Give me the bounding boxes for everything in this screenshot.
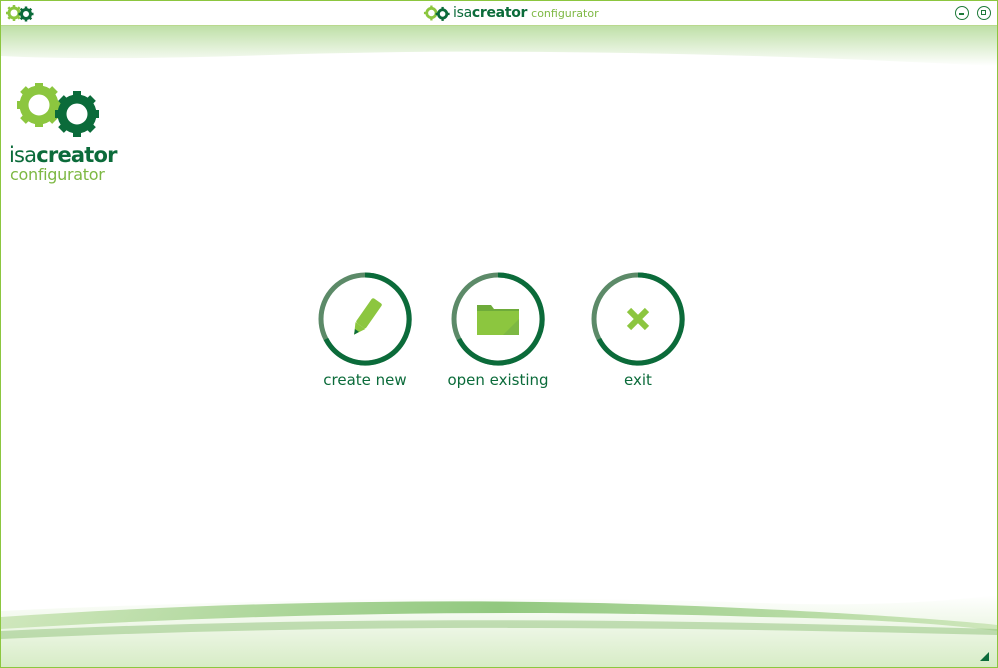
folder-icon — [451, 272, 545, 366]
logo-title-prefix: isa — [9, 143, 37, 167]
open-existing-label: open existing — [447, 371, 549, 389]
maximize-icon — [981, 10, 986, 15]
logo-subtitle: configurator — [10, 165, 105, 184]
maximize-button[interactable] — [977, 6, 991, 20]
logo-title-bold: creator — [36, 143, 117, 167]
exit-button[interactable]: exit — [578, 271, 698, 389]
window-title-bold: creator — [471, 5, 528, 21]
create-new-button[interactable]: create new — [305, 271, 425, 389]
window-title: isacreator configurator — [423, 4, 599, 22]
window-title-name: isacreator — [453, 5, 527, 21]
title-bar[interactable]: isacreator configurator — [1, 1, 997, 26]
open-existing-button[interactable]: open existing — [438, 271, 558, 389]
window-title-suffix: configurator — [531, 6, 599, 20]
app-window: isacreator configurator isacreator confi… — [0, 0, 998, 668]
app-logo: isacreator configurator — [9, 79, 119, 189]
gears-icon — [17, 83, 99, 137]
gears-icon — [6, 5, 34, 22]
pencil-icon — [318, 272, 412, 366]
minimize-icon — [959, 13, 964, 15]
logo-title: isacreator — [9, 143, 118, 167]
minimize-button[interactable] — [955, 6, 969, 20]
top-wave-decoration — [1, 26, 997, 66]
resize-grip-icon[interactable] — [977, 649, 991, 663]
gears-icon — [423, 5, 450, 21]
x-icon — [591, 272, 685, 366]
create-new-label: create new — [323, 371, 407, 389]
window-title-prefix: isa — [453, 5, 472, 21]
exit-label: exit — [624, 371, 652, 389]
bottom-wave-decoration — [1, 595, 997, 667]
